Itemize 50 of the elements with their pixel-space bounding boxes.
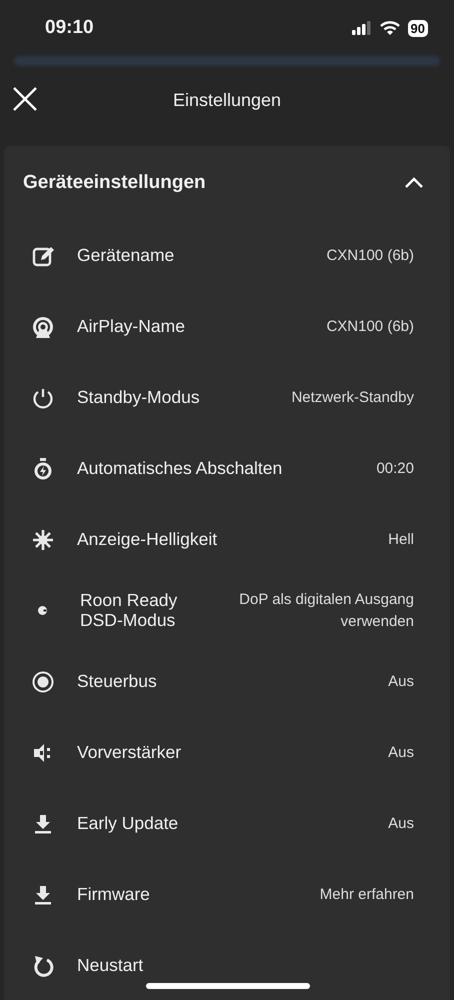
- setting-value: DoP als digitalen Ausgang verwenden: [238, 590, 414, 632]
- restart-icon: [32, 954, 54, 976]
- setting-label: AirPlay-Name: [77, 316, 186, 336]
- download-icon: [32, 884, 54, 906]
- download-icon: [32, 812, 54, 834]
- settings-row[interactable]: AirPlay-Name CXN100 (6b): [4, 291, 450, 362]
- setting-label: Gerätename: [77, 246, 176, 266]
- settings-row[interactable]: Anzeige-Helligkeit Hell: [4, 504, 450, 575]
- setting-value: Aus: [388, 742, 414, 763]
- dot-icon: [38, 606, 47, 615]
- status-time: 09:10: [45, 16, 94, 40]
- brightness-icon: [32, 528, 54, 550]
- power-icon: [32, 386, 54, 408]
- setting-value: Hell: [388, 530, 414, 550]
- collapse-chevron[interactable]: [404, 177, 424, 189]
- settings-row[interactable]: Firmware Mehr erfahren: [4, 859, 450, 930]
- wifi-icon: [380, 20, 400, 36]
- setting-label: Steuerbus: [77, 672, 158, 692]
- setting-label: Automatisches Abschalten: [77, 458, 284, 478]
- settings-row[interactable]: Roon Ready DSD-Modus DoP als digitalen Ausgang verwenden: [4, 575, 450, 646]
- settings-row[interactable]: Vorverstärker Aus: [4, 717, 450, 788]
- setting-label: Standby-Modus: [77, 388, 201, 408]
- settings-row[interactable]: Gerätename CXN100 (6b): [4, 220, 450, 291]
- settings-row[interactable]: Automatisches Abschalten 00:20: [4, 433, 450, 504]
- settings-row[interactable]: Standby-Modus Netzwerk-Standby: [4, 362, 450, 433]
- broadcast-icon: [32, 316, 54, 338]
- setting-label: Firmware: [77, 884, 151, 904]
- edit-icon: [32, 244, 54, 266]
- setting-label: Vorverstärker: [77, 742, 182, 762]
- battery-level: 90: [408, 20, 428, 36]
- setting-value: Netzwerk-Standby: [291, 388, 414, 408]
- settings-row[interactable]: Neustart: [4, 930, 450, 1000]
- setting-label: Neustart: [77, 956, 144, 976]
- stopwatch-icon: [32, 458, 54, 480]
- settings-row[interactable]: Steuerbus Aus: [4, 646, 450, 717]
- close-button[interactable]: [12, 86, 38, 112]
- setting-value: 00:20: [376, 458, 414, 479]
- radio-icon: [32, 670, 54, 692]
- setting-label: Early Update: [77, 814, 180, 834]
- setting-value: Aus: [388, 814, 414, 834]
- screen-title: Einstellungen: [172, 88, 282, 112]
- setting-value: CXN100 (6b): [326, 316, 414, 337]
- setting-label: Anzeige-Helligkeit: [77, 530, 218, 550]
- signal-icon: [352, 21, 372, 35]
- setting-label: Roon Ready DSD-Modus: [80, 591, 178, 630]
- section-title: Geräteeinstellungen: [23, 170, 206, 195]
- setting-value: CXN100 (6b): [326, 246, 414, 266]
- settings-row[interactable]: Early Update Aus: [4, 788, 450, 859]
- setting-value: Aus: [388, 672, 414, 692]
- setting-value: Mehr erfahren: [320, 884, 414, 905]
